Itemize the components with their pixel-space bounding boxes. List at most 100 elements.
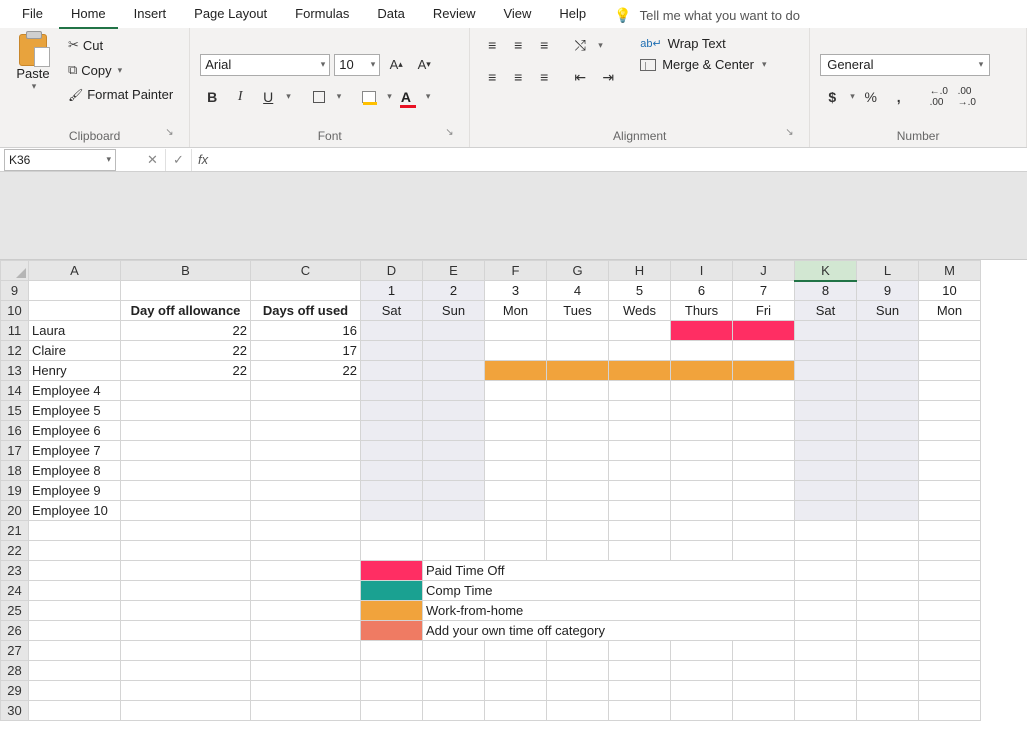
row-header-17[interactable]: 17 [1, 441, 29, 461]
cell[interactable] [733, 361, 795, 381]
cell[interactable] [251, 441, 361, 461]
cell[interactable] [919, 361, 981, 381]
cell[interactable] [733, 401, 795, 421]
name-box[interactable]: K36▾ [4, 149, 116, 171]
tell-me-search[interactable]: 💡 Tell me what you want to do [614, 7, 800, 24]
legend-color[interactable] [361, 581, 423, 601]
font-color-button[interactable]: A [396, 86, 420, 108]
cell[interactable]: Weds [609, 301, 671, 321]
enter-formula-button[interactable]: ✓ [166, 149, 192, 171]
cell[interactable] [485, 641, 547, 661]
cell[interactable]: Sat [361, 301, 423, 321]
cell[interactable] [609, 541, 671, 561]
cell[interactable]: Mon [919, 301, 981, 321]
cell[interactable] [609, 401, 671, 421]
row-header-23[interactable]: 23 [1, 561, 29, 581]
cell[interactable] [609, 421, 671, 441]
cell[interactable] [609, 441, 671, 461]
cell[interactable] [919, 401, 981, 421]
cell[interactable] [919, 661, 981, 681]
cell[interactable] [919, 321, 981, 341]
cell[interactable] [609, 661, 671, 681]
col-header-A[interactable]: A [29, 261, 121, 281]
cell[interactable] [795, 701, 857, 721]
cell[interactable]: Employee 6 [29, 421, 121, 441]
cell[interactable] [609, 341, 671, 361]
col-header-M[interactable]: M [919, 261, 981, 281]
cell[interactable]: Laura [29, 321, 121, 341]
cell[interactable]: 3 [485, 281, 547, 301]
underline-button[interactable]: U [256, 86, 280, 108]
row-header-25[interactable]: 25 [1, 601, 29, 621]
cell[interactable] [121, 421, 251, 441]
align-middle-button[interactable]: ≡ [506, 34, 530, 56]
cell[interactable] [251, 501, 361, 521]
percent-format-button[interactable]: % [859, 86, 883, 108]
col-header-K[interactable]: K [795, 261, 857, 281]
cell[interactable] [547, 341, 609, 361]
cell[interactable] [29, 701, 121, 721]
comma-format-button[interactable]: , [887, 86, 911, 108]
cell[interactable] [671, 481, 733, 501]
chevron-down-icon[interactable]: ▾ [598, 40, 603, 51]
cell[interactable] [919, 481, 981, 501]
cell[interactable] [251, 661, 361, 681]
cell[interactable]: 10 [919, 281, 981, 301]
bold-button[interactable]: B [200, 86, 224, 108]
legend-color[interactable] [361, 621, 423, 641]
cell[interactable] [423, 521, 485, 541]
cell[interactable]: 7 [733, 281, 795, 301]
cell[interactable] [423, 501, 485, 521]
legend-label[interactable]: Work-from-home [423, 601, 795, 621]
cell[interactable] [547, 361, 609, 381]
row-header-9[interactable]: 9 [1, 281, 29, 301]
cell[interactable] [671, 441, 733, 461]
cell[interactable] [857, 481, 919, 501]
cell[interactable] [919, 421, 981, 441]
cell[interactable]: 1 [361, 281, 423, 301]
cell[interactable] [361, 441, 423, 461]
cell[interactable] [795, 641, 857, 661]
merge-center-button[interactable]: Merge & Center▾ [636, 55, 770, 74]
row-header-10[interactable]: 10 [1, 301, 29, 321]
select-all-corner[interactable] [1, 261, 29, 281]
cell[interactable] [547, 421, 609, 441]
cell[interactable] [423, 541, 485, 561]
cell[interactable]: Employee 9 [29, 481, 121, 501]
cell[interactable] [857, 421, 919, 441]
cell[interactable] [857, 461, 919, 481]
cell[interactable]: Sun [423, 301, 485, 321]
copy-button[interactable]: Copy▾ [62, 59, 179, 81]
cell[interactable]: 22 [121, 321, 251, 341]
cell[interactable] [609, 381, 671, 401]
cell[interactable] [795, 481, 857, 501]
cell[interactable]: Day off allowance [121, 301, 251, 321]
cell[interactable] [609, 521, 671, 541]
row-header-22[interactable]: 22 [1, 541, 29, 561]
cell[interactable] [795, 361, 857, 381]
cell[interactable] [857, 661, 919, 681]
fx-icon[interactable]: fx [192, 152, 214, 167]
align-bottom-button[interactable]: ≡ [532, 34, 556, 56]
cell[interactable] [485, 521, 547, 541]
cell[interactable] [671, 361, 733, 381]
row-header-12[interactable]: 12 [1, 341, 29, 361]
cell[interactable] [361, 381, 423, 401]
cell[interactable] [795, 661, 857, 681]
cell[interactable]: 22 [121, 341, 251, 361]
cell[interactable]: 16 [251, 321, 361, 341]
cell[interactable] [29, 681, 121, 701]
tab-insert[interactable]: Insert [122, 2, 179, 29]
dialog-launcher-icon[interactable]: ↘ [165, 127, 179, 141]
col-header-B[interactable]: B [121, 261, 251, 281]
cell[interactable]: Fri [733, 301, 795, 321]
cell[interactable] [733, 541, 795, 561]
align-center-button[interactable]: ≡ [506, 66, 530, 88]
spreadsheet-grid[interactable]: ABCDEFGHIJKLM91234567891010Day off allow… [0, 172, 1027, 721]
cell[interactable] [121, 701, 251, 721]
cell[interactable] [423, 341, 485, 361]
cell[interactable] [857, 341, 919, 361]
cell[interactable] [485, 541, 547, 561]
cell[interactable] [671, 461, 733, 481]
cut-button[interactable]: Cut [62, 34, 179, 56]
